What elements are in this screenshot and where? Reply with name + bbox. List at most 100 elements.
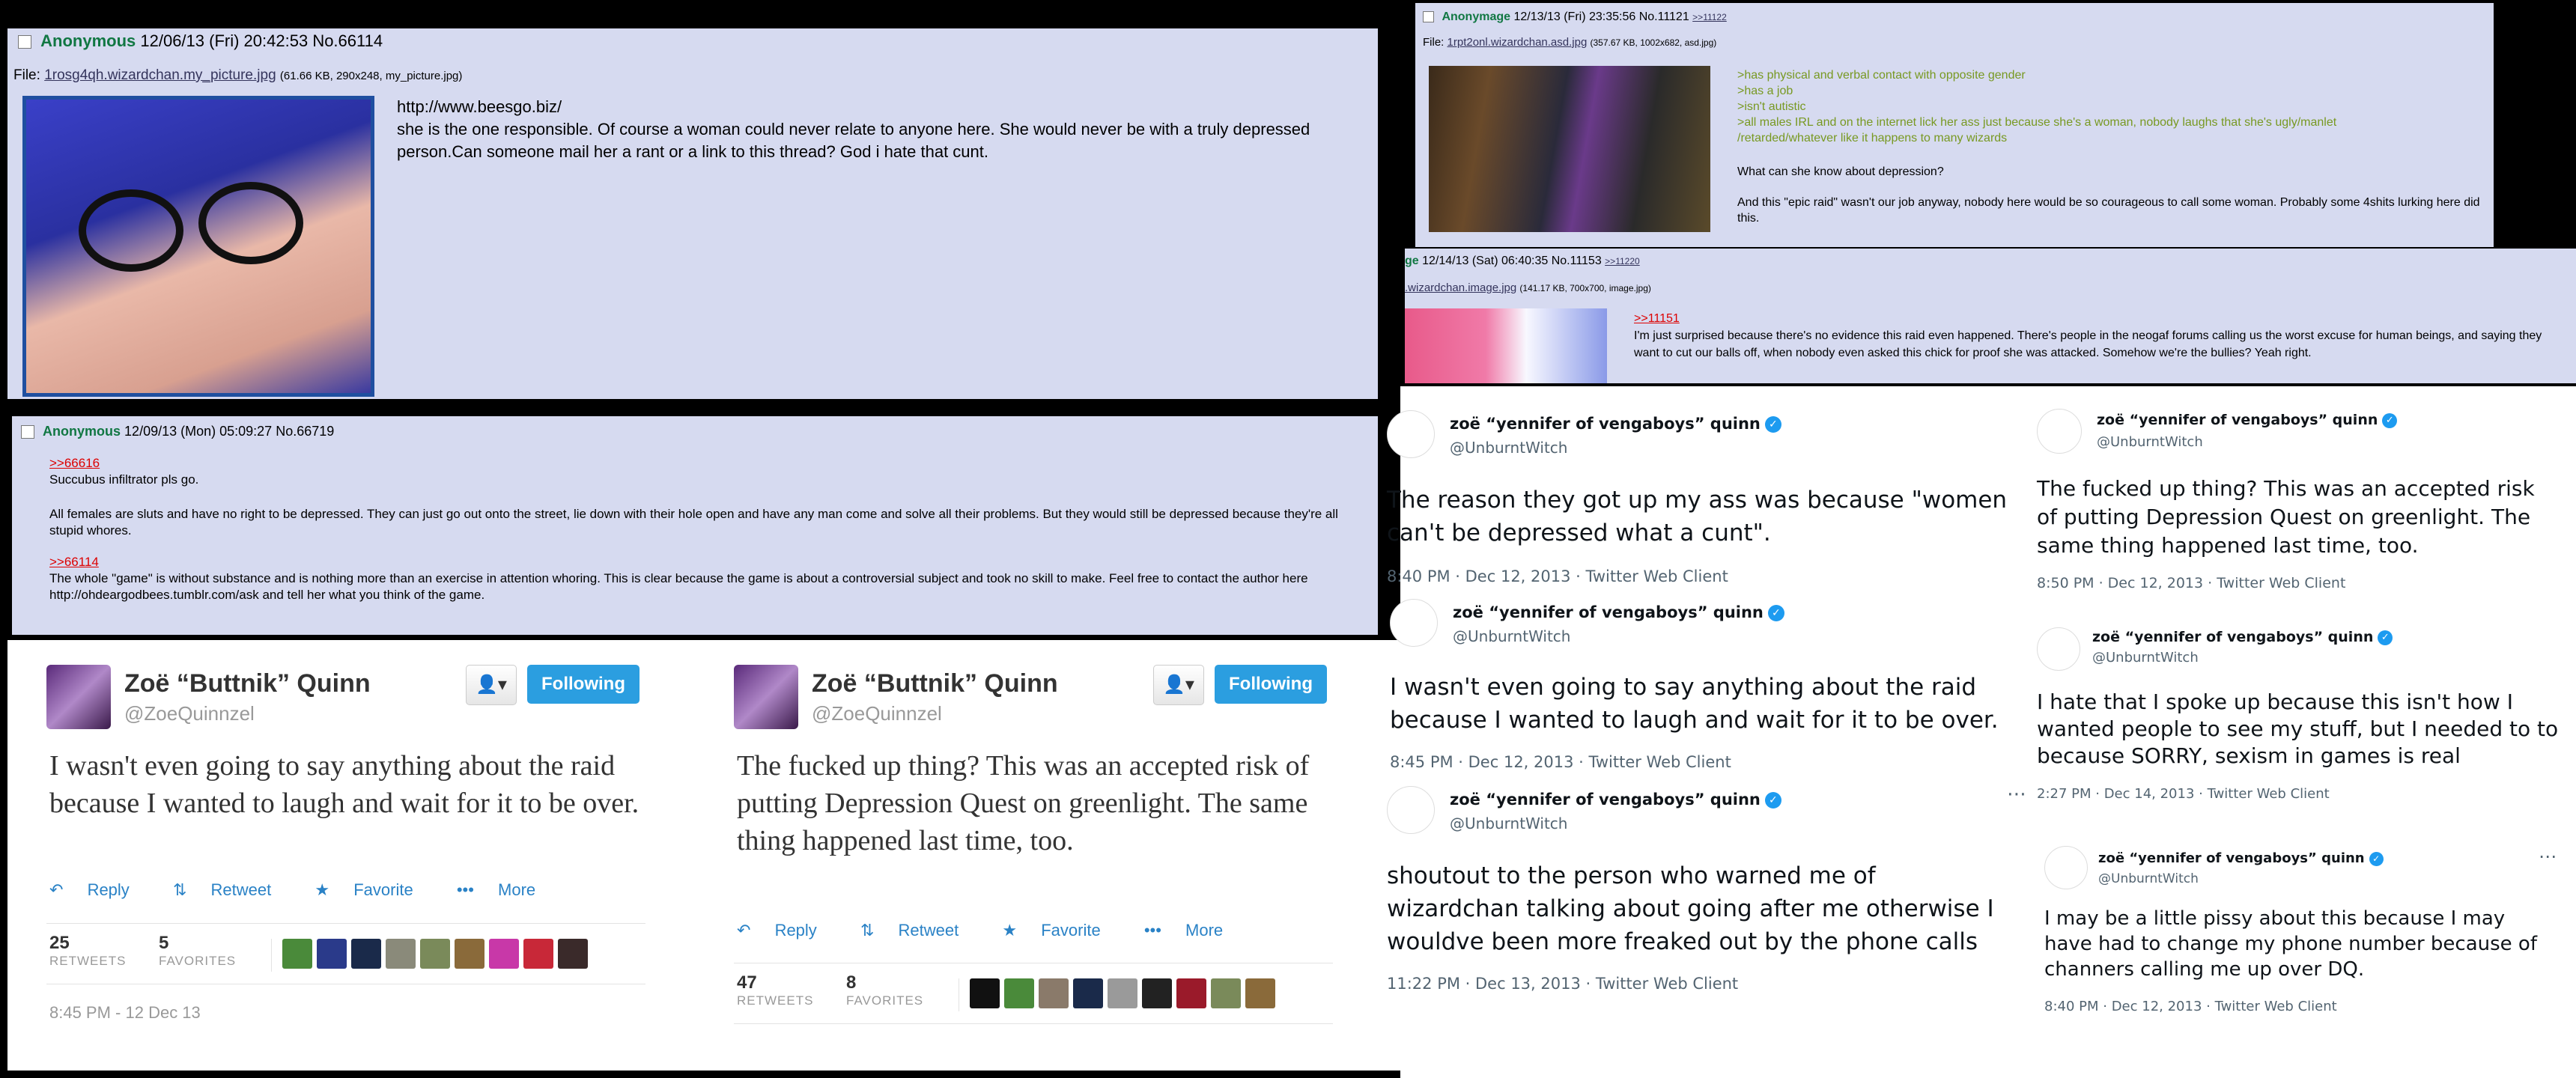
- author-name[interactable]: zoë “yennifer of vengaboys” quinn ✓: [1450, 415, 1781, 433]
- post-number[interactable]: No.66114: [312, 31, 383, 50]
- favoriter-avatar[interactable]: [1004, 978, 1034, 1008]
- ellipsis-icon[interactable]: ⋯: [2539, 846, 2557, 867]
- avatar[interactable]: [1387, 786, 1435, 834]
- tweet-meta[interactable]: 8:50 PM · Dec 12, 2013 · Twitter Web Cli…: [2037, 575, 2345, 591]
- reply-action[interactable]: ↶ Reply: [737, 921, 836, 940]
- avatar[interactable]: [46, 665, 111, 729]
- favoriter-avatar[interactable]: [317, 939, 347, 969]
- post-image-thumbnail[interactable]: [22, 96, 374, 397]
- tweet-meta[interactable]: 2:27 PM · Dec 14, 2013 · Twitter Web Cli…: [2037, 786, 2330, 802]
- favoriter-avatar[interactable]: [1211, 978, 1241, 1008]
- modern-tweet: zoë “yennifer of vengaboys” quinn ✓ @Unbu…: [2037, 409, 2561, 603]
- tweet-date[interactable]: 8:45 PM - 12 Dec 13: [49, 1003, 201, 1023]
- favoriter-avatar[interactable]: [1108, 978, 1137, 1008]
- author-name[interactable]: zoë “yennifer of vengaboys” quinn ✓: [2092, 629, 2393, 645]
- favoriter-avatar[interactable]: [420, 939, 450, 969]
- reply-action[interactable]: ↶ Reply: [49, 880, 149, 899]
- ellipsis-icon[interactable]: ⋯: [2007, 783, 2026, 806]
- author-name[interactable]: Zoë “Buttnik” Quinn: [812, 669, 1058, 698]
- favoriter-avatar[interactable]: [1142, 978, 1172, 1008]
- verified-badge-icon: ✓: [2382, 412, 2398, 428]
- author-name[interactable]: zoë “yennifer of vengaboys” quinn ✓: [1453, 603, 1784, 621]
- author-handle[interactable]: @ZoeQuinnzel: [812, 702, 942, 725]
- post-checkbox[interactable]: [1423, 11, 1434, 23]
- reply-link[interactable]: >>11220: [1605, 256, 1640, 267]
- retweet-count[interactable]: 25 RETWEETS: [49, 933, 126, 969]
- favorite-count[interactable]: 5 FAVORITES: [159, 933, 236, 969]
- user-actions-button[interactable]: 👤▾: [466, 665, 517, 705]
- more-action[interactable]: ••• More: [457, 880, 555, 899]
- following-button[interactable]: Following: [1215, 665, 1327, 704]
- tweet-meta[interactable]: 8:40 PM · Dec 12, 2013 · Twitter Web Cli…: [2044, 999, 2337, 1014]
- post-body: >has physical and verbal contact with op…: [1737, 67, 2486, 226]
- avatar[interactable]: [734, 665, 798, 729]
- retweet-icon: ⇅: [172, 880, 187, 899]
- tweet-meta[interactable]: 8:40 PM · Dec 12, 2013 · Twitter Web Cli…: [1387, 567, 1728, 585]
- author-handle[interactable]: @UnburntWitch: [2097, 434, 2203, 450]
- favorite-count[interactable]: 8 FAVORITES: [846, 972, 923, 1008]
- favoriter-avatar[interactable]: [558, 939, 588, 969]
- quote-link[interactable]: >>66616: [49, 455, 1360, 472]
- post-number[interactable]: No.11121: [1639, 10, 1689, 23]
- post-checkbox[interactable]: [18, 35, 31, 49]
- file-info: File: 1rpt2onl.wizardchan.asd.jpg (357.6…: [1423, 36, 1716, 49]
- favoriter-avatar[interactable]: [386, 939, 416, 969]
- author-name[interactable]: Zoë “Buttnik” Quinn: [124, 669, 371, 698]
- quote-link[interactable]: >>66114: [49, 554, 1360, 570]
- retweet-action[interactable]: ⇅ Retweet: [173, 880, 291, 899]
- avatar[interactable]: [1387, 410, 1435, 458]
- avatar[interactable]: [1390, 599, 1438, 647]
- tweet-meta[interactable]: 11:22 PM · Dec 13, 2013 · Twitter Web Cl…: [1387, 975, 1738, 993]
- file-link[interactable]: .wizardchan.image.jpg: [1405, 281, 1516, 294]
- post-image-thumbnail[interactable]: [1405, 308, 1607, 383]
- author-handle[interactable]: @UnburntWitch: [1450, 814, 1567, 832]
- reply-link[interactable]: >>11122: [1692, 12, 1727, 22]
- favorite-action[interactable]: ★ Favorite: [1002, 921, 1120, 940]
- following-button[interactable]: Following: [527, 665, 640, 704]
- post-link-text[interactable]: http://www.beesgo.biz/: [397, 96, 1363, 118]
- post-text: Succubus infiltrator pls go.: [49, 472, 199, 487]
- favoriter-avatars: [271, 939, 588, 972]
- post-number[interactable]: No.66719: [276, 424, 334, 439]
- author-name-text: zoë “yennifer of vengaboys” quinn: [2098, 850, 2365, 866]
- author-name[interactable]: zoë “yennifer of vengaboys” quinn ✓: [2097, 412, 2398, 428]
- author-handle[interactable]: @UnburntWitch: [1450, 439, 1567, 457]
- retweet-label: Retweet: [898, 921, 959, 940]
- tweet-meta[interactable]: 8:45 PM · Dec 12, 2013 · Twitter Web Cli…: [1390, 753, 1731, 771]
- post-header: Anonymage 12/13/13 (Fri) 23:35:56 No.111…: [1423, 10, 1727, 24]
- tweet-stats: 47 RETWEETS 8 FAVORITES: [734, 963, 1333, 1024]
- user-actions-button[interactable]: 👤▾: [1153, 665, 1204, 705]
- more-action[interactable]: ••• More: [1144, 921, 1242, 940]
- file-link[interactable]: 1rpt2onl.wizardchan.asd.jpg: [1448, 36, 1588, 49]
- avatar[interactable]: [2037, 409, 2082, 454]
- favoriter-avatar[interactable]: [1245, 978, 1275, 1008]
- favoriter-avatar[interactable]: [351, 939, 381, 969]
- favoriter-avatar[interactable]: [455, 939, 484, 969]
- favorite-action[interactable]: ★ Favorite: [315, 880, 432, 899]
- post-image-thumbnail[interactable]: [1429, 66, 1710, 232]
- favoriter-avatar[interactable]: [1039, 978, 1069, 1008]
- post-number[interactable]: No.11153: [1552, 255, 1602, 267]
- author-name[interactable]: zoë “yennifer of vengaboys” quinn ✓: [2098, 850, 2384, 866]
- favoriter-avatar[interactable]: [1176, 978, 1206, 1008]
- retweet-action[interactable]: ⇅ Retweet: [860, 921, 978, 940]
- retweet-caption: RETWEETS: [737, 993, 814, 1008]
- author-handle[interactable]: @ZoeQuinnzel: [124, 702, 255, 725]
- favoriter-avatar[interactable]: [523, 939, 553, 969]
- file-link[interactable]: 1rosg4qh.wizardchan.my_picture.jpg: [44, 67, 276, 83]
- author-handle[interactable]: @UnburntWitch: [1453, 627, 1570, 645]
- author-handle[interactable]: @UnburntWitch: [2092, 650, 2199, 666]
- post-checkbox[interactable]: [21, 425, 34, 439]
- avatar[interactable]: [2044, 846, 2088, 889]
- favoriter-avatar[interactable]: [1073, 978, 1103, 1008]
- author-name[interactable]: zoë “yennifer of vengaboys” quinn ✓: [1450, 791, 1781, 808]
- avatar[interactable]: [2037, 627, 2080, 671]
- favoriter-avatar[interactable]: [970, 978, 1000, 1008]
- favoriter-avatar[interactable]: [489, 939, 519, 969]
- favoriter-avatar[interactable]: [282, 939, 312, 969]
- star-icon: ★: [1002, 921, 1018, 940]
- retweet-count[interactable]: 47 RETWEETS: [737, 972, 813, 1008]
- author-handle[interactable]: @UnburntWitch: [2098, 871, 2199, 886]
- favorite-label: Favorite: [353, 880, 413, 899]
- quote-link[interactable]: >>11151: [1634, 310, 2570, 327]
